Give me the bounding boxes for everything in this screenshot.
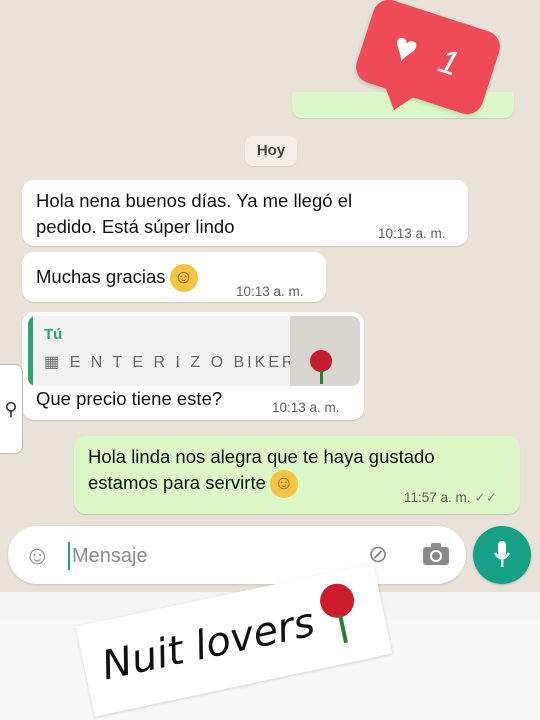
rose-icon [310, 350, 332, 372]
message-bubble-outgoing[interactable]: Hola linda nos alegra que te haya gustad… [74, 436, 520, 514]
rose-icon [316, 580, 358, 621]
message-text: Que precio tiene este? [36, 388, 223, 409]
quoted-message[interactable]: Tú ▦ E N T E R I Z O BIKER ★ [28, 316, 360, 386]
message-bubble-incoming-reply[interactable]: Tú ▦ E N T E R I Z O BIKER ★ Que precio … [22, 312, 364, 420]
message-time: 10:13 a. m. [236, 284, 304, 299]
relieved-face-icon: ☺ [269, 470, 298, 499]
rose-stem [320, 370, 323, 384]
message-time: 11:57 a. m. [404, 490, 471, 505]
quote-thumbnail [290, 316, 360, 386]
date-chip: Hoy [245, 136, 297, 166]
side-accessibility-tab[interactable]: ⚲ [0, 364, 23, 454]
read-receipt-icon: ✓✓ [474, 490, 497, 505]
mic-button[interactable] [473, 526, 531, 584]
accessibility-icon: ⚲ [4, 399, 18, 419]
quote-accent-bar [28, 316, 33, 386]
quote-author: Tú [44, 326, 63, 343]
message-time: 10:13 a. m. [272, 400, 340, 415]
message-bubble-incoming[interactable]: Muchas gracias ☺ 10:13 a. m. [22, 252, 326, 302]
text-cursor [68, 542, 70, 570]
rose-stem [338, 614, 348, 644]
like-count: 1 [433, 41, 464, 84]
message-text: Hola linda nos alegra que te haya gustad… [88, 446, 435, 493]
message-text: Muchas gracias [36, 266, 166, 287]
message-bubble-incoming[interactable]: Hola nena buenos días. Ya me llegó el pe… [22, 180, 468, 246]
message-input[interactable]: Mensaje [72, 542, 148, 570]
mic-icon [493, 541, 511, 567]
camera-icon[interactable] [422, 542, 450, 566]
message-time-wrap: 11:57 a. m. ✓✓ [404, 490, 497, 506]
store-icon: ▦ [44, 354, 63, 371]
message-input-bar[interactable]: ☺ Mensaje ⊘ [8, 526, 466, 584]
heart-icon: ♥ [387, 24, 424, 74]
emoji-icon[interactable]: ☺ [24, 541, 51, 569]
message-text: Hola nena buenos días. Ya me llegó el pe… [36, 190, 353, 237]
message-time: 10:13 a. m. [378, 226, 446, 241]
smiling-face-icon: ☺ [169, 264, 198, 293]
quote-text: E N T E R I Z O BIKER [69, 354, 297, 371]
quote-text-wrap: ▦ E N T E R I Z O BIKER ★ [44, 352, 318, 372]
message-text-wrap: Muchas gracias ☺ [36, 264, 198, 293]
